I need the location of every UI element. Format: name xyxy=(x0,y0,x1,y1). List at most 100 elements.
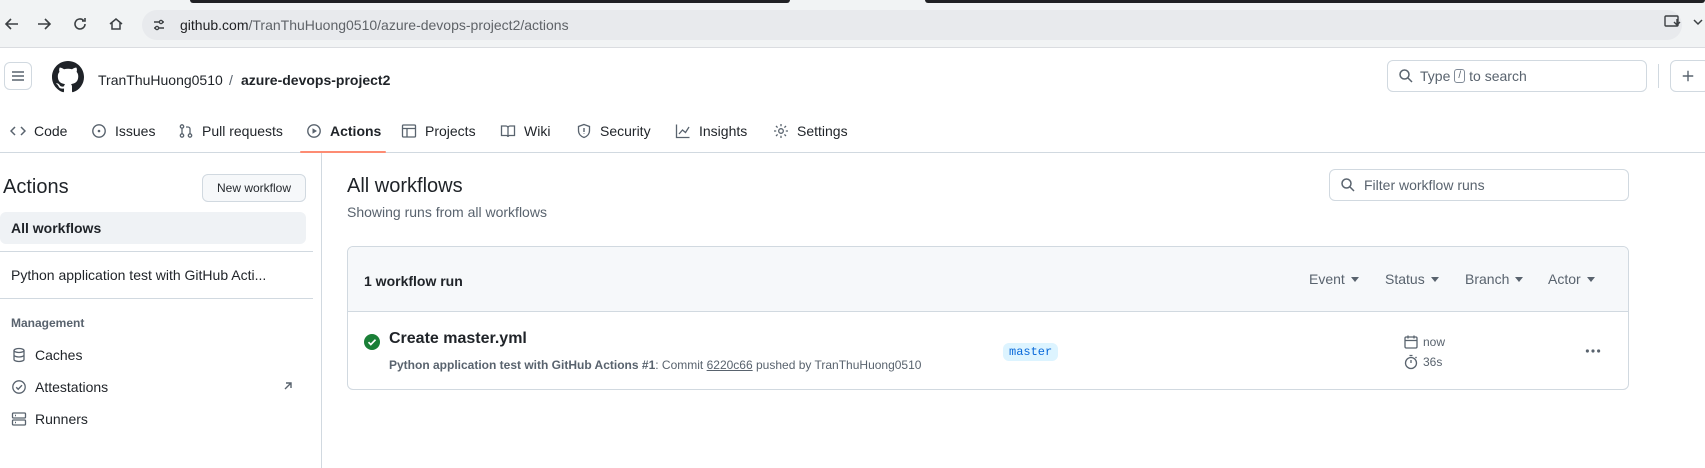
run-meta: Python application test with GitHub Acti… xyxy=(389,358,921,372)
tab-label: Issues xyxy=(115,122,156,139)
hamburger-icon xyxy=(12,71,24,81)
arrow-up-right-icon xyxy=(284,382,292,390)
run-duration-text: 36s xyxy=(1423,355,1443,369)
url-text: github.com/TranThuHuong0510/azure-devops… xyxy=(180,17,569,33)
sidebar-link-label: Attestations xyxy=(35,379,109,395)
browser-toolbar: github.com/TranThuHuong0510/azure-devops… xyxy=(0,0,1705,48)
tab-label: Settings xyxy=(797,122,848,139)
sidebar-item-attestations[interactable]: Attestations xyxy=(0,371,306,403)
success-check-icon xyxy=(364,334,380,350)
install-app-icon[interactable] xyxy=(1664,14,1682,30)
forward-icon[interactable] xyxy=(32,12,56,36)
tab-label: Code xyxy=(34,122,68,139)
tab-projects[interactable]: Projects xyxy=(401,108,476,153)
chevron-down-icon[interactable] xyxy=(1693,14,1703,30)
pushed-by-text: pushed by TranThuHuong0510 xyxy=(756,358,922,372)
run-title-link[interactable]: Create master.yml xyxy=(389,330,527,348)
address-bar[interactable]: github.com/TranThuHuong0510/azure-devops… xyxy=(142,10,1682,40)
commit-sha-link[interactable]: 6220c66 xyxy=(707,358,753,372)
run-time-text: now xyxy=(1423,335,1446,349)
plus-icon xyxy=(1682,70,1694,82)
sidebar-divider xyxy=(0,298,313,299)
search-input[interactable]: Type / to search xyxy=(1387,60,1647,92)
menu-button[interactable] xyxy=(4,62,32,90)
search-icon xyxy=(1399,69,1413,83)
sidebar-item-caches[interactable]: Caches xyxy=(0,339,306,371)
tab-label: Projects xyxy=(425,122,476,139)
tab-settings[interactable]: Settings xyxy=(773,108,848,153)
graph-icon xyxy=(675,124,690,138)
runs-list-header: 1 workflow run Event Status Branch Actor xyxy=(348,247,1628,312)
kebab-horizontal-icon[interactable] xyxy=(1584,342,1602,360)
tab-security[interactable]: Security xyxy=(576,108,651,153)
caret-down-icon xyxy=(1350,276,1359,282)
run-workflow-name: Python application test with GitHub Acti… xyxy=(389,358,639,372)
run-timing: now 36s xyxy=(1403,332,1445,372)
create-new-button[interactable] xyxy=(1670,60,1705,92)
workflow-run-row[interactable]: Create master.yml Python application tes… xyxy=(348,312,1628,389)
tab-actions[interactable]: Actions xyxy=(306,108,381,153)
page-title: All workflows xyxy=(347,175,463,197)
verified-icon xyxy=(12,380,26,394)
reload-icon[interactable] xyxy=(68,12,92,36)
search-icon xyxy=(1341,178,1355,192)
header-divider xyxy=(1658,64,1659,88)
branch-badge[interactable]: master xyxy=(1003,343,1059,361)
tab-wiki[interactable]: Wiki xyxy=(500,108,550,153)
search-suffix: to search xyxy=(1469,68,1527,84)
breadcrumb-owner[interactable]: TranThuHuong0510 xyxy=(98,72,223,88)
search-shortcut-key: / xyxy=(1454,69,1466,83)
gear-icon xyxy=(774,123,788,138)
new-workflow-button[interactable]: New workflow xyxy=(202,174,306,202)
code-icon xyxy=(10,125,26,136)
book-icon xyxy=(500,124,516,137)
caret-down-icon xyxy=(1586,276,1595,282)
tab-label: Wiki xyxy=(524,122,551,139)
sidebar-item-workflow[interactable]: Python application test with GitHub Acti… xyxy=(0,259,306,291)
status-filter-button[interactable]: Status xyxy=(1385,271,1439,287)
shield-icon xyxy=(577,123,591,138)
breadcrumb-separator: / xyxy=(229,72,233,88)
home-icon[interactable] xyxy=(104,12,128,36)
filter-workflow-runs-input[interactable]: Filter workflow runs xyxy=(1329,169,1629,201)
stopwatch-icon xyxy=(1404,354,1418,370)
tab-strip-edge xyxy=(190,0,790,3)
workflow-runs-list: 1 workflow run Event Status Branch Actor… xyxy=(347,246,1629,390)
sidebar-link-label: Runners xyxy=(35,411,88,427)
site-info-icon[interactable] xyxy=(151,17,167,33)
github-logo-icon[interactable] xyxy=(52,61,84,93)
actor-filter-button[interactable]: Actor xyxy=(1548,271,1595,287)
commit-prefix: : Commit xyxy=(655,358,704,372)
run-number: #1 xyxy=(641,358,656,372)
back-icon[interactable] xyxy=(0,12,24,36)
database-icon xyxy=(13,347,25,363)
sidebar-item-runners[interactable]: Runners xyxy=(0,403,306,435)
tab-code[interactable]: Code xyxy=(10,108,67,153)
caret-down-icon xyxy=(1430,276,1439,282)
calendar-icon xyxy=(1404,335,1418,349)
actions-sidebar: Actions New workflow All workflows Pytho… xyxy=(0,153,322,468)
tab-insights[interactable]: Insights xyxy=(675,108,747,153)
search-prefix: Type xyxy=(1420,68,1451,84)
caret-down-icon xyxy=(1515,276,1524,282)
tab-pull-requests[interactable]: Pull requests xyxy=(178,108,283,153)
page-subtitle: Showing runs from all workflows xyxy=(347,204,547,220)
tab-label: Security xyxy=(600,122,651,139)
tab-label: Insights xyxy=(699,122,748,139)
branch-filter-button[interactable]: Branch xyxy=(1465,271,1524,287)
breadcrumb-repo[interactable]: azure-devops-project2 xyxy=(241,72,390,88)
event-filter-button[interactable]: Event xyxy=(1309,271,1359,287)
sidebar-title: Actions xyxy=(3,176,69,198)
filter-placeholder: Filter workflow runs xyxy=(1364,177,1485,193)
sidebar-item-all-workflows[interactable]: All workflows xyxy=(0,212,306,244)
tab-issues[interactable]: Issues xyxy=(91,108,155,153)
table-icon xyxy=(401,123,417,138)
tab-label: Pull requests xyxy=(202,122,283,139)
play-icon xyxy=(307,123,321,138)
tab-label: Actions xyxy=(330,122,382,139)
management-heading: Management xyxy=(11,316,85,330)
issue-icon xyxy=(92,123,106,138)
tab-strip-edge xyxy=(925,0,1705,3)
github-header: TranThuHuong0510 / azure-devops-project2… xyxy=(0,48,1705,153)
sidebar-link-label: Caches xyxy=(35,347,83,363)
